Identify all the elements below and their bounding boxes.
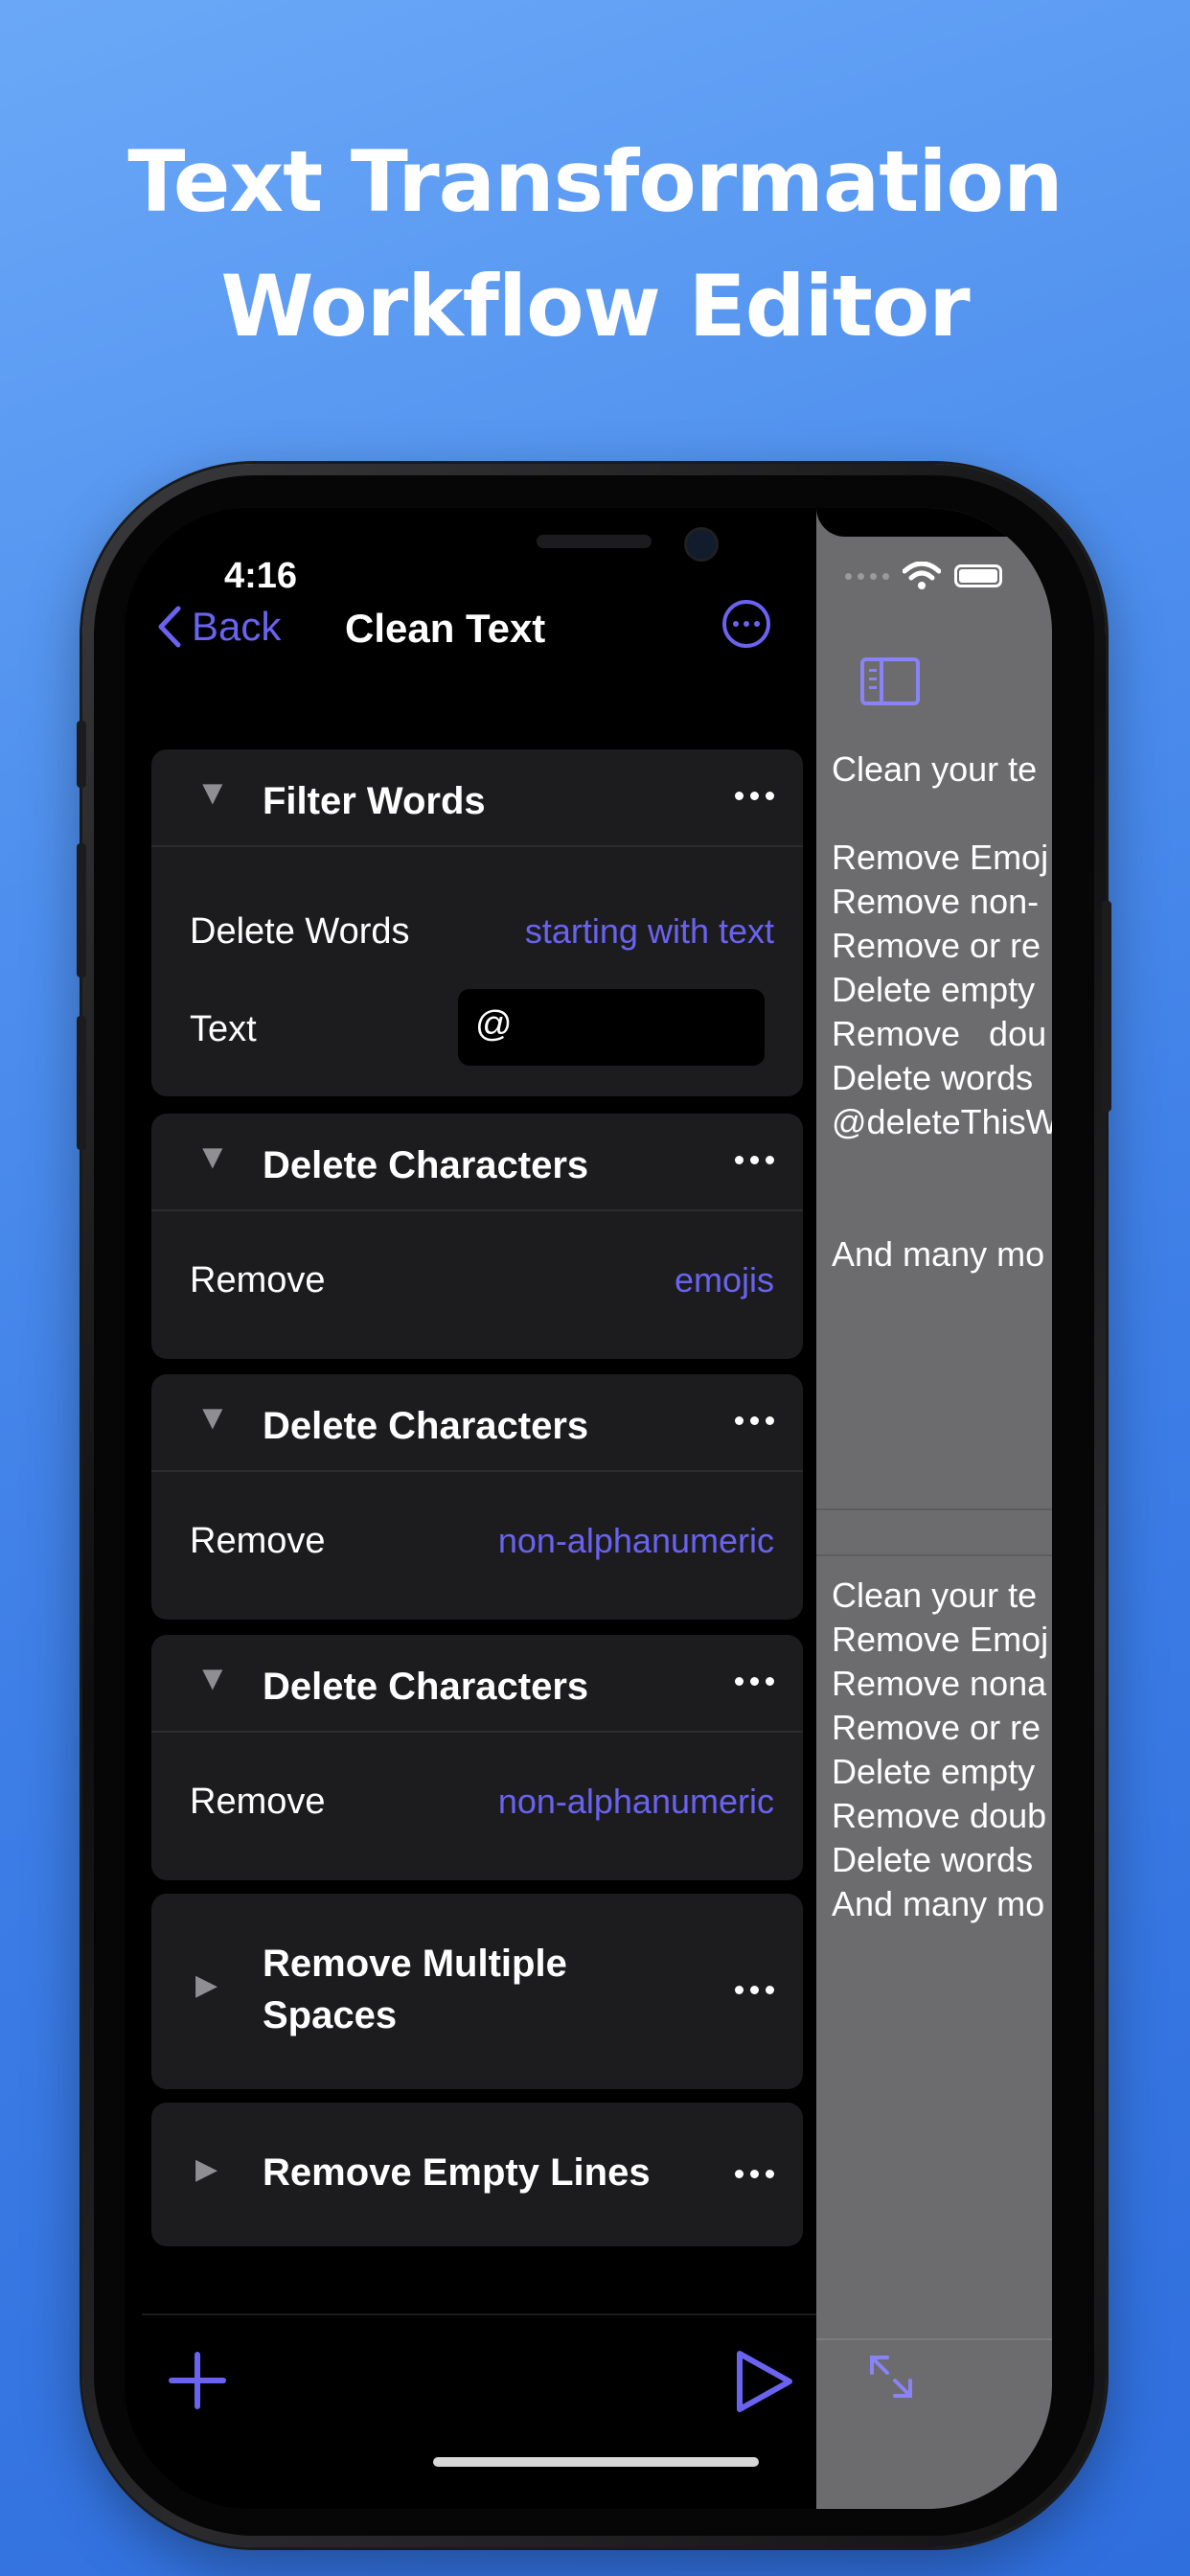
option-value[interactable]: non-alphanumeric — [498, 1782, 774, 1822]
home-indicator — [433, 2457, 759, 2467]
step-card-filter-words: ▼ Filter Words Delete Words starting wit… — [151, 749, 803, 1096]
back-button[interactable]: Back — [157, 604, 281, 650]
disclosure-down-icon[interactable]: ▼ — [195, 1397, 230, 1438]
power-button — [1102, 901, 1111, 1112]
step-card-delete-characters: ▼ Delete Characters Remove non-alphanume… — [151, 1374, 803, 1620]
volume-down-button — [77, 1016, 86, 1150]
step-title-line-2: Spaces — [263, 1994, 398, 2036]
option-label: Delete Words — [190, 910, 410, 952]
preview-divider — [816, 1554, 1052, 1556]
plus-icon[interactable] — [169, 2352, 226, 2409]
ellipsis-icon[interactable] — [735, 1156, 774, 1164]
ellipsis-icon[interactable] — [735, 1416, 774, 1425]
step-card-remove-multiple-spaces: ▶ Remove Multiple Spaces — [151, 1894, 803, 2089]
ellipsis-icon[interactable] — [735, 1986, 774, 1994]
battery-icon — [954, 564, 1002, 587]
wifi-icon — [903, 562, 941, 589]
ellipsis-icon[interactable] — [735, 2170, 774, 2178]
headline-line-2: Workflow Editor — [220, 257, 970, 356]
step-card-header[interactable]: ▼ Delete Characters — [151, 1374, 803, 1472]
option-label: Remove — [190, 1781, 326, 1822]
expand-icon[interactable] — [868, 2354, 914, 2400]
step-title: Delete Characters — [263, 1405, 589, 1447]
option-row-text: Text — [190, 1000, 257, 1058]
step-title: Remove Empty Lines — [263, 2151, 651, 2194]
option-value[interactable]: emojis — [675, 1260, 774, 1300]
step-title: Filter Words — [263, 780, 486, 822]
step-card-header[interactable]: ▼ Filter Words — [151, 749, 803, 847]
option-label: Text — [190, 1008, 257, 1049]
step-title: Remove Multiple Spaces — [263, 1938, 567, 2041]
step-card-header[interactable]: ▼ Delete Characters — [151, 1635, 803, 1733]
signal-icon — [845, 572, 889, 580]
more-circle-icon[interactable] — [722, 600, 770, 648]
volume-up-button — [77, 843, 86, 978]
preview-divider — [816, 1508, 1052, 1510]
status-icons — [845, 562, 1002, 590]
headline-line-1: Text Transformation — [127, 132, 1063, 231]
toolbar-divider — [142, 2313, 816, 2315]
option-row-remove[interactable]: Remove emojis — [190, 1252, 774, 1309]
workflow-pane: 4:16 Back Clean Text ▼ Filter Words Dele… — [125, 508, 816, 2509]
page-title: Clean Text — [345, 606, 546, 651]
chevron-left-icon — [158, 606, 181, 648]
back-label: Back — [192, 604, 282, 649]
disclosure-right-icon[interactable]: ▶ — [195, 1968, 217, 2002]
status-time: 4:16 — [224, 556, 298, 596]
mute-switch — [77, 721, 86, 788]
step-title: Delete Characters — [263, 1666, 589, 1708]
step-card-delete-characters: ▼ Delete Characters Remove non-alphanume… — [151, 1635, 803, 1880]
disclosure-right-icon[interactable]: ▶ — [195, 2152, 217, 2186]
option-value[interactable]: starting with text — [525, 911, 774, 952]
option-row-remove[interactable]: Remove non-alphanumeric — [190, 1773, 774, 1830]
option-row-remove[interactable]: Remove non-alphanumeric — [190, 1512, 774, 1570]
ellipsis-icon[interactable] — [735, 792, 774, 800]
step-card-header[interactable]: ▶ Remove Empty Lines — [151, 2103, 803, 2246]
preview-pane: Clean your te Remove Emoj Remove non- Re… — [816, 508, 1052, 2509]
device-screen: 4:16 Back Clean Text ▼ Filter Words Dele… — [125, 508, 1052, 2509]
output-text-preview[interactable]: Clean your te Remove Emoj Remove nona Re… — [832, 1574, 1048, 1926]
play-icon[interactable] — [734, 2350, 795, 2413]
option-value[interactable]: non-alphanumeric — [498, 1521, 774, 1561]
speaker-grille — [537, 535, 652, 548]
step-card-header[interactable]: ▶ Remove Multiple Spaces — [151, 1894, 803, 2089]
ellipsis-icon[interactable] — [735, 1677, 774, 1686]
sidebar-icon[interactable] — [860, 657, 920, 705]
disclosure-down-icon[interactable]: ▼ — [195, 1658, 230, 1698]
disclosure-down-icon[interactable]: ▼ — [195, 1137, 230, 1177]
preview-toolbar-divider — [816, 2338, 1052, 2340]
front-camera — [684, 527, 719, 562]
option-label: Remove — [190, 1520, 326, 1561]
disclosure-down-icon[interactable]: ▼ — [195, 772, 230, 813]
step-title-line-1: Remove Multiple — [263, 1943, 567, 1985]
step-card-remove-empty-lines: ▶ Remove Empty Lines — [151, 2103, 803, 2246]
step-card-delete-characters: ▼ Delete Characters Remove emojis — [151, 1114, 803, 1359]
text-input-field[interactable]: @ — [458, 989, 765, 1066]
option-row-delete-words[interactable]: Delete Words starting with text — [190, 903, 774, 960]
step-card-header[interactable]: ▼ Delete Characters — [151, 1114, 803, 1211]
headline: Text Transformation Workflow Editor — [0, 120, 1190, 369]
step-title: Delete Characters — [263, 1144, 589, 1186]
option-label: Remove — [190, 1259, 326, 1300]
input-text-preview[interactable]: Clean your te Remove Emoj Remove non- Re… — [832, 748, 1052, 1276]
